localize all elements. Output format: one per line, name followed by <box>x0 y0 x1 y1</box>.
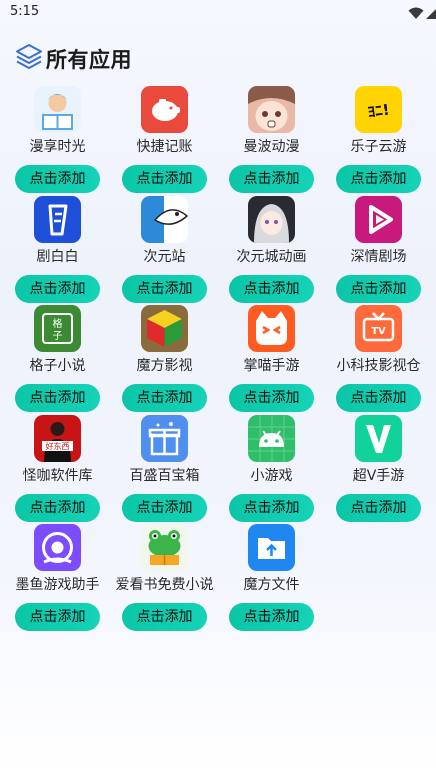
app-item: 魔方影视 点击添加 <box>111 305 218 415</box>
ciyuan-fish-icon[interactable] <box>141 195 188 243</box>
app-item: 百盛百宝箱 点击添加 <box>111 414 218 525</box>
svg-text:TV: TV <box>371 326 386 337</box>
app-name: 怪咖软件库 <box>22 467 93 484</box>
app-name: 深情剧场 <box>350 248 407 265</box>
app-name: 掌喵手游 <box>243 358 300 374</box>
rubiks-cube-icon[interactable] <box>141 305 188 352</box>
app-name: 剧白白 <box>36 248 79 265</box>
add-app-button[interactable]: 点击添加 <box>122 384 207 412</box>
page-title: 所有应用 <box>46 48 132 72</box>
person-sign-icon[interactable]: 好东西 <box>34 414 81 462</box>
app-item: TV 小科技影视仓点击添加 <box>325 305 432 415</box>
app-item: 次元站 点击添加 <box>111 195 218 306</box>
app-item: 小游戏 点击添加 <box>218 414 325 525</box>
wifi-icon <box>408 5 424 24</box>
add-app-button[interactable]: 点击添加 <box>15 384 100 412</box>
app-item: 次元城动画 点击添加 <box>218 195 325 306</box>
tv-icon[interactable]: TV <box>355 305 402 352</box>
app-name: 墨鱼游戏助手 <box>15 577 100 593</box>
app-item: 爱看书免费小说点击添加 <box>111 524 218 634</box>
app-item: 掌喵手游 点击添加 <box>218 305 325 415</box>
play-triangle-icon[interactable] <box>355 195 402 243</box>
app-item: 超V手游点击添加 <box>325 414 432 525</box>
face-circle-icon[interactable] <box>34 524 81 571</box>
app-name: 魔方文件 <box>243 577 300 593</box>
app-name: 格子小说 <box>29 358 86 374</box>
add-app-button[interactable]: 点击添加 <box>336 493 421 522</box>
app-item: 剧白白 点击添加 <box>4 195 111 306</box>
app-name: 次元站 <box>143 248 186 265</box>
jubaibai-logo-icon[interactable] <box>34 195 81 243</box>
app-name: 乐子云游 <box>350 139 407 155</box>
app-item: 曼波动漫 点击添加 <box>218 86 325 196</box>
gift-box-icon[interactable] <box>141 414 188 462</box>
add-app-button[interactable]: 点击添加 <box>229 384 314 412</box>
add-app-button[interactable]: 点击添加 <box>229 603 314 631</box>
app-item: 漫享时光 点击添加 <box>4 86 111 196</box>
app-grid: 漫享时光 点击添加 快捷记账 点击添加 曼波动漫 点击添加 ﾖﾆ! 乐子云游 点击添加 剧白白 点击… <box>4 86 432 634</box>
add-app-button[interactable]: 点击添加 <box>15 493 100 522</box>
boy-reading-icon[interactable] <box>34 86 81 133</box>
status-time: 5:15 <box>10 4 40 19</box>
frog-book-icon[interactable] <box>141 524 188 571</box>
app-name: 超V手游 <box>352 467 405 484</box>
add-app-button[interactable]: 点击添加 <box>229 493 314 522</box>
cat-face-icon[interactable] <box>248 305 295 352</box>
lezi-logo-icon[interactable]: ﾖﾆ! <box>355 86 402 133</box>
add-app-button[interactable]: 点击添加 <box>122 493 207 522</box>
android-icon[interactable] <box>248 414 295 462</box>
app-name: 快捷记账 <box>136 139 193 155</box>
add-app-button[interactable]: 点击添加 <box>336 274 421 303</box>
app-name: 曼波动漫 <box>243 139 300 155</box>
add-app-button[interactable]: 点击添加 <box>122 603 207 631</box>
app-name: 爱看书免费小说 <box>115 577 214 593</box>
v-letter-icon[interactable] <box>355 414 402 462</box>
anime-face-icon[interactable] <box>248 86 295 133</box>
add-app-button[interactable]: 点击添加 <box>336 165 421 193</box>
app-item: 快捷记账 点击添加 <box>111 86 218 196</box>
svg-text:ﾖﾆ!: ﾖﾆ! <box>366 101 390 122</box>
app-name: 魔方影视 <box>136 358 193 374</box>
app-name: 百盛百宝箱 <box>129 467 200 484</box>
app-name: 小科技影视仓 <box>336 358 421 374</box>
app-item: 深情剧场 点击添加 <box>325 195 432 306</box>
add-app-button[interactable]: 点击添加 <box>122 274 207 303</box>
app-name: 漫享时光 <box>29 139 86 155</box>
signal-icon <box>426 5 436 24</box>
svg-text:子: 子 <box>53 330 63 342</box>
gezi-book-icon[interactable]: 格子 <box>34 305 81 352</box>
add-app-button[interactable]: 点击添加 <box>229 165 314 193</box>
add-app-button[interactable]: 点击添加 <box>122 165 207 193</box>
piggy-bank-icon[interactable] <box>141 86 188 133</box>
app-item: 格子格子小说点击添加 <box>4 305 111 415</box>
app-item: 好东西怪咖软件库点击添加 <box>4 414 111 525</box>
app-name: 次元城动画 <box>236 248 307 265</box>
cloud-folder-icon[interactable] <box>248 524 295 571</box>
add-app-button[interactable]: 点击添加 <box>336 384 421 412</box>
app-item: 墨鱼游戏助手点击添加 <box>4 524 111 634</box>
layers-icon <box>14 42 44 72</box>
add-app-button[interactable]: 点击添加 <box>229 274 314 303</box>
app-item: 魔方文件 点击添加 <box>218 524 325 634</box>
anime-girl-icon[interactable] <box>248 195 295 243</box>
add-app-button[interactable]: 点击添加 <box>15 274 100 303</box>
app-name: 小游戏 <box>250 467 293 484</box>
status-bar: 5:15 <box>0 0 436 24</box>
app-item: ﾖﾆ! 乐子云游点击添加 <box>325 86 432 196</box>
svg-text:好东西: 好东西 <box>46 441 70 451</box>
svg-text:格: 格 <box>53 317 63 330</box>
add-app-button[interactable]: 点击添加 <box>15 603 100 631</box>
add-app-button[interactable]: 点击添加 <box>15 165 100 193</box>
